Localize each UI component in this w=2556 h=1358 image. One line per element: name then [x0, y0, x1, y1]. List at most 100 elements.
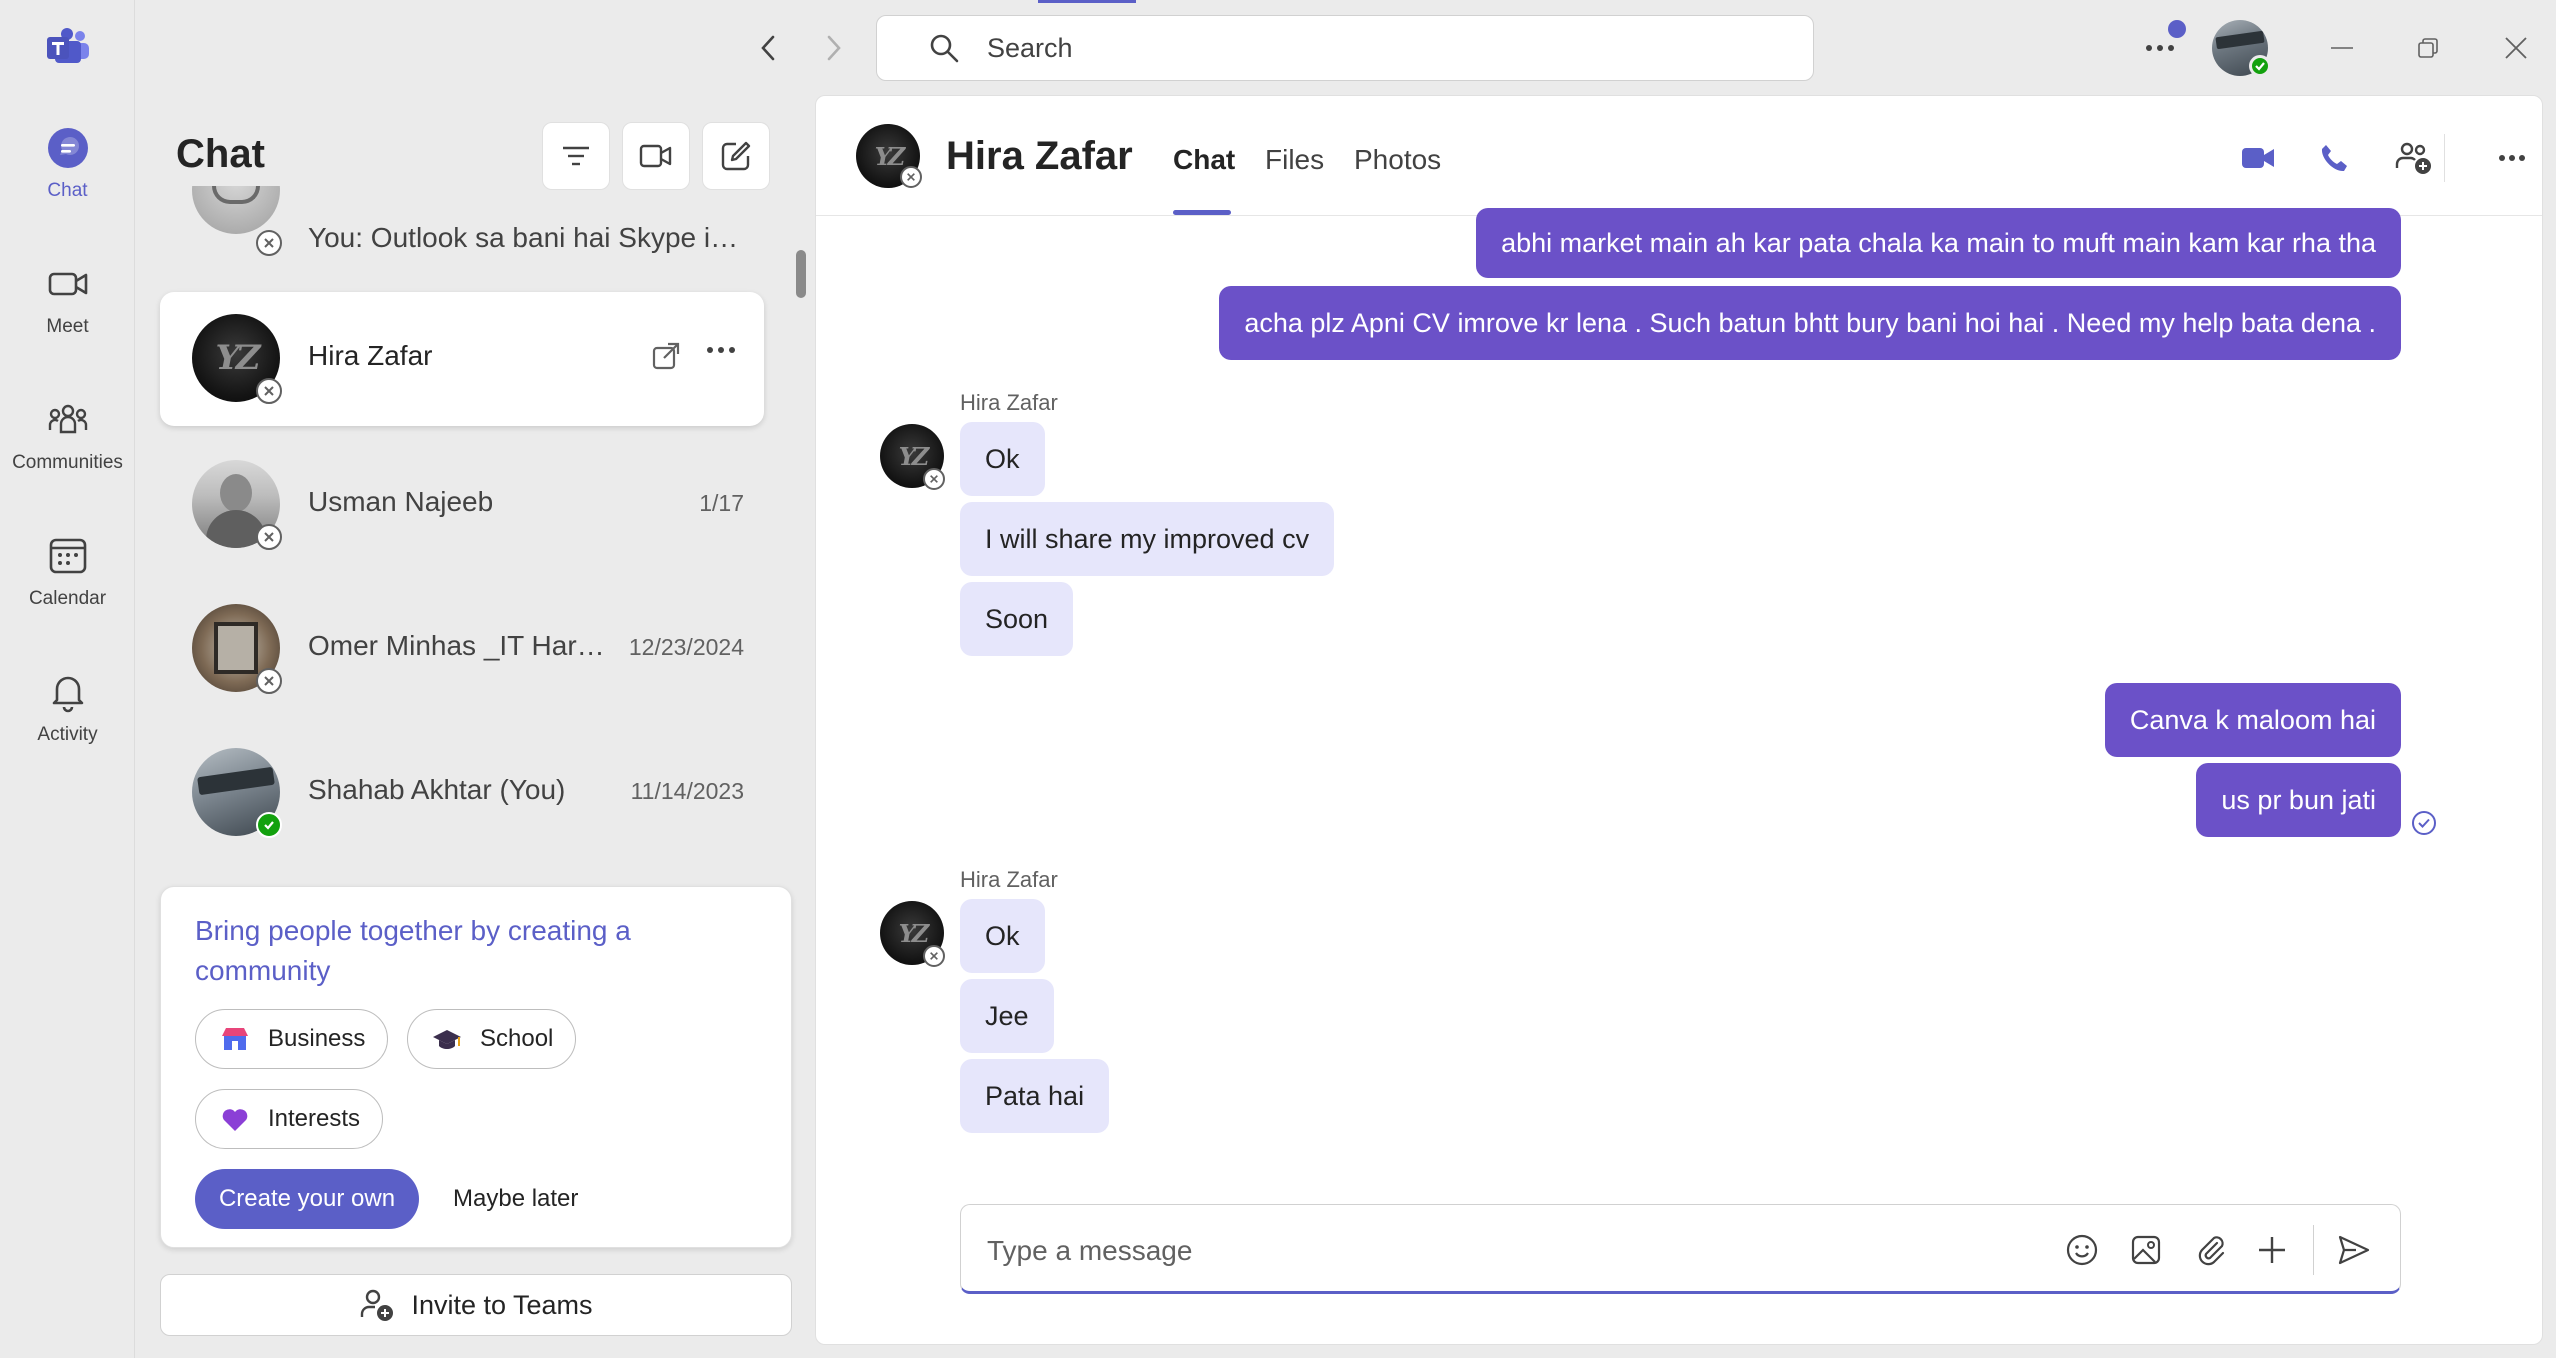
search-box[interactable] — [876, 15, 1814, 81]
new-chat-button[interactable] — [702, 122, 770, 190]
rail-item-activity[interactable]: Activity — [0, 662, 135, 782]
message-sender-name: Hira Zafar — [960, 390, 1058, 415]
notification-badge — [2168, 20, 2186, 38]
person-add-icon — [361, 1289, 394, 1321]
invite-label: Invite to Teams — [411, 1289, 593, 1320]
incoming-message[interactable]: Pata hai — [960, 1059, 1110, 1133]
community-option-business[interactable]: Business — [195, 1009, 389, 1069]
incoming-message[interactable]: Soon — [960, 582, 1074, 656]
minimize-icon — [2331, 47, 2353, 49]
rail-item-calendar[interactable]: Calendar — [0, 526, 135, 646]
store-icon — [222, 1028, 248, 1050]
app-rail: Chat Meet Communities Calendar Activity — [0, 0, 135, 1358]
video-camera-icon — [2242, 148, 2274, 168]
presence-offline-icon — [900, 166, 922, 188]
rail-label-calendar: Calendar — [28, 588, 107, 609]
maybe-later-button[interactable]: Maybe later — [453, 1169, 578, 1229]
community-option-label: Business — [268, 1025, 366, 1052]
chat-icon — [46, 126, 90, 170]
chat-row-date: 1/17 — [699, 490, 744, 516]
filter-icon — [563, 146, 589, 166]
presence-available-icon — [256, 812, 282, 838]
tab-files[interactable]: Files — [1265, 144, 1324, 176]
message-input[interactable] — [987, 1231, 1967, 1271]
conversation-more-button[interactable] — [2490, 136, 2534, 180]
graduation-cap-icon — [433, 1030, 461, 1049]
forward-button[interactable] — [814, 28, 854, 68]
create-community-button[interactable]: Create your own — [195, 1169, 419, 1229]
rail-item-communities[interactable]: Communities — [0, 390, 135, 510]
rail-label-meet: Meet — [46, 316, 89, 337]
add-people-button[interactable] — [2392, 136, 2436, 180]
insert-image-button[interactable] — [2125, 1229, 2167, 1271]
teams-logo-icon — [45, 28, 91, 68]
tab-chat[interactable]: Chat — [1173, 144, 1235, 176]
pop-out-icon[interactable] — [650, 340, 684, 374]
image-icon — [2131, 1235, 2161, 1265]
rail-item-chat[interactable]: Chat — [0, 118, 135, 238]
send-button[interactable] — [2333, 1229, 2375, 1271]
chat-row-shahab-akhtar[interactable]: Shahab Akhtar (You) 11/14/2023 — [160, 726, 764, 860]
chat-row-name: Hira Zafar — [308, 340, 433, 371]
chat-row-name: Shahab Akhtar (You) — [308, 774, 566, 805]
presence-offline-icon — [256, 230, 282, 256]
message-sender-name: Hira Zafar — [960, 867, 1058, 892]
filter-button[interactable] — [542, 122, 610, 190]
chat-row-partial[interactable]: You: Outlook sa bani hai Skype id ? — [160, 186, 764, 270]
more-actions-button[interactable] — [2251, 1229, 2293, 1271]
search-icon — [930, 34, 959, 63]
chat-row-hira-zafar[interactable]: YZ Hira Zafar — [160, 292, 764, 426]
chat-list-title: Chat — [176, 132, 265, 176]
search-input[interactable] — [987, 32, 1687, 64]
outgoing-message[interactable]: acha plz Apni CV imrove kr lena . Such b… — [1219, 286, 2401, 360]
tab-photos[interactable]: Photos — [1354, 144, 1441, 176]
restore-button[interactable] — [2408, 28, 2448, 68]
video-camera-icon — [46, 262, 90, 306]
presence-offline-icon — [923, 468, 945, 490]
window-focus-indicator — [1038, 0, 1136, 3]
minimize-button[interactable] — [2322, 28, 2362, 68]
community-option-school[interactable]: School — [407, 1009, 577, 1069]
rail-label-activity: Activity — [37, 724, 98, 745]
presence-offline-icon — [256, 524, 282, 550]
more-horizontal-icon — [2499, 155, 2525, 161]
invite-to-teams-button[interactable]: Invite to Teams — [160, 1274, 792, 1336]
rail-label-communities: Communities — [12, 452, 123, 473]
incoming-message[interactable]: Jee — [960, 979, 1054, 1053]
incoming-message[interactable]: I will share my improved cv — [960, 502, 1335, 576]
community-option-interests[interactable]: Interests — [195, 1089, 384, 1149]
meet-now-button[interactable] — [622, 122, 690, 190]
chat-row-usman-najeeb[interactable]: Usman Najeeb 1/17 — [160, 438, 764, 572]
people-add-icon — [2395, 142, 2431, 174]
emoji-icon — [2066, 1234, 2098, 1266]
chat-list-scrollbar[interactable] — [796, 250, 806, 298]
community-option-label: School — [480, 1025, 554, 1052]
heart-icon — [222, 1109, 248, 1131]
community-promo-card: Bring people together by creating a comm… — [160, 886, 792, 1248]
outgoing-message[interactable]: Canva k maloom hai — [2104, 683, 2401, 757]
audio-call-button[interactable] — [2312, 136, 2356, 180]
chat-row-date: 11/14/2023 — [630, 778, 744, 804]
incoming-message[interactable]: Ok — [960, 899, 1045, 973]
rail-item-meet[interactable]: Meet — [0, 254, 135, 374]
incoming-message[interactable]: Ok — [960, 422, 1045, 496]
chat-row-name: Usman Najeeb — [308, 486, 494, 517]
emoji-button[interactable] — [2061, 1229, 2103, 1271]
chat-row-name: Omer Minhas _IT Hard... — [308, 630, 608, 661]
community-option-label: Interests — [268, 1105, 361, 1132]
more-horizontal-icon[interactable] — [706, 346, 740, 366]
video-call-button[interactable] — [2236, 136, 2280, 180]
video-camera-icon — [639, 144, 672, 168]
rail-label-chat: Chat — [47, 180, 88, 201]
bell-icon — [46, 670, 90, 714]
chat-row-omer-minhas[interactable]: Omer Minhas _IT Hard... 12/23/2024 — [160, 582, 764, 716]
back-button[interactable] — [748, 28, 788, 68]
presence-offline-icon — [923, 945, 945, 967]
message-composer — [960, 1204, 2401, 1294]
chat-row-preview: You: Outlook sa bani hai Skype id ? — [308, 222, 748, 253]
outgoing-message[interactable]: abhi market main ah kar pata chala ka ma… — [1476, 208, 2401, 278]
close-icon — [2505, 37, 2527, 59]
attach-file-button[interactable] — [2189, 1229, 2231, 1271]
close-button[interactable] — [2496, 28, 2536, 68]
outgoing-message[interactable]: us pr bun jati — [2196, 763, 2401, 837]
